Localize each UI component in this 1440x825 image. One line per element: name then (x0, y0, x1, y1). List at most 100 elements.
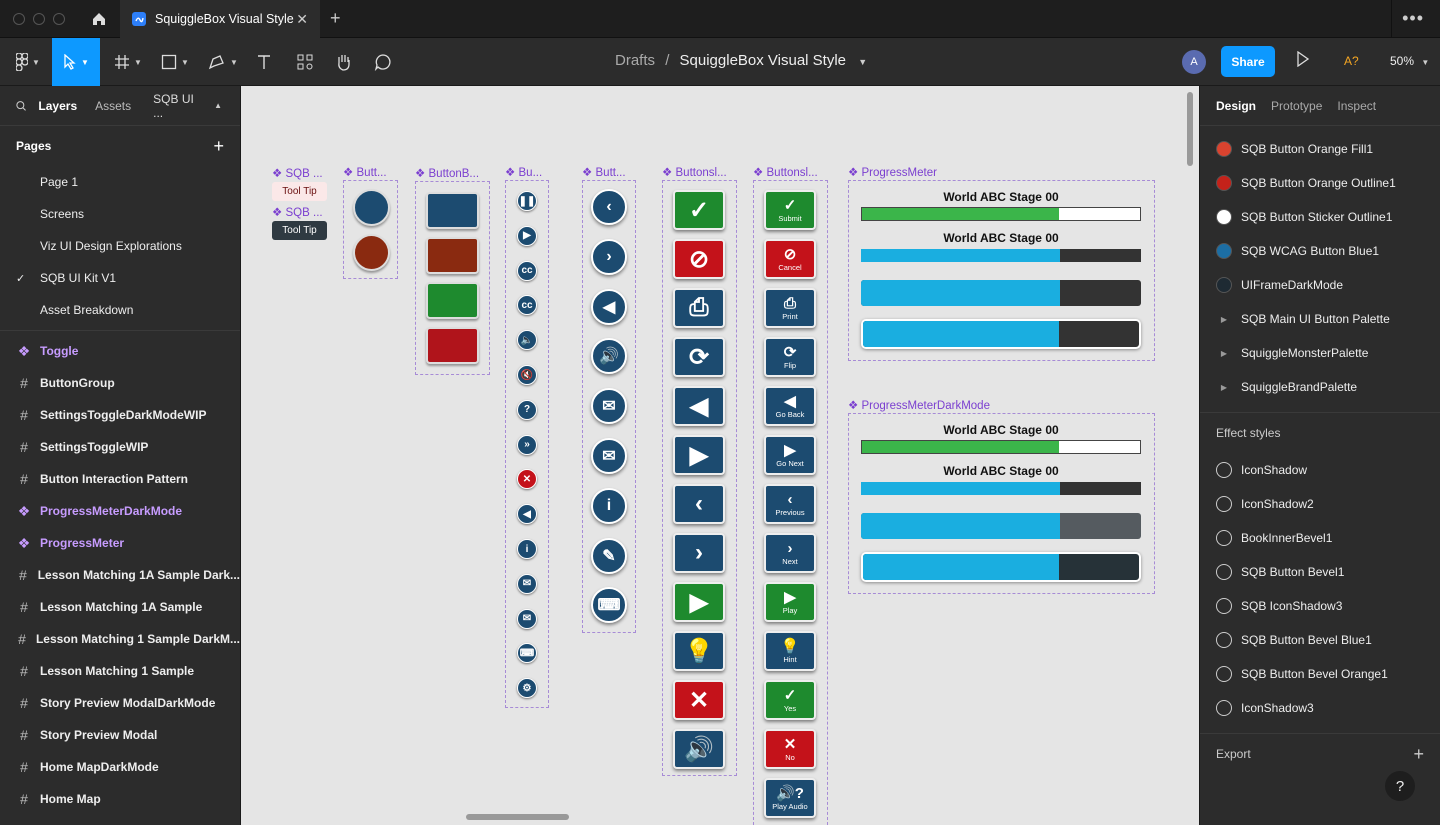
square-icon-button[interactable]: ▶ (673, 582, 725, 622)
square-icon-button[interactable]: ⊘ (673, 239, 725, 279)
square-icon-button[interactable]: ‹ (673, 484, 725, 524)
page-item[interactable]: Asset Breakdown (0, 294, 240, 326)
labeled-icon-button[interactable]: ⎙ Print (764, 288, 816, 328)
labeled-icon-button[interactable]: ▶ Go Next (764, 435, 816, 475)
resources-tool-button[interactable] (293, 38, 317, 86)
round-icon-button[interactable]: i (591, 487, 627, 524)
present-button[interactable] (1296, 50, 1310, 72)
blue-rect-button[interactable] (426, 192, 479, 229)
vertical-scrollbar[interactable] (1187, 92, 1193, 166)
layer-item[interactable]: # SettingsToggleWIP (0, 431, 240, 463)
breadcrumb-drafts[interactable]: Drafts (615, 52, 655, 69)
chevron-up-icon[interactable]: ▲ (214, 101, 222, 110)
round-icon-button[interactable]: ‹ (591, 189, 627, 225)
layer-item[interactable]: # Lesson Matching 1 Sample (0, 655, 240, 687)
home-button[interactable] (80, 0, 118, 38)
help-button[interactable]: ? (1385, 771, 1415, 801)
square-icon-button[interactable]: 💡 (673, 631, 725, 671)
effect-style-item[interactable]: SQB IconShadow3 (1200, 589, 1440, 623)
square-icon-button[interactable]: › (673, 533, 725, 573)
color-style-item[interactable]: ▶ SquiggleMonsterPalette (1200, 336, 1440, 370)
labeled-icon-button[interactable]: ✓ Yes (764, 680, 816, 720)
labeled-icon-button[interactable]: ▶ Play (764, 582, 816, 622)
more-options-icon[interactable]: ••• (1402, 8, 1424, 29)
small-icon-button[interactable]: cc (517, 260, 537, 281)
effect-style-item[interactable]: IconShadow (1200, 453, 1440, 487)
layer-item[interactable]: ❖ ProgressMeter (0, 527, 240, 559)
page-item[interactable]: Screens (0, 198, 240, 230)
hand-tool-button[interactable] (332, 38, 356, 86)
orange-rect-button[interactable] (426, 237, 479, 274)
layer-item[interactable]: # Home MapDarkMode (0, 751, 240, 783)
design-canvas[interactable]: ❖ SQB ... Tool Tip ❖ SQB ... Tool Tip ❖ … (241, 86, 1199, 825)
component-label-buttonb[interactable]: ❖ ButtonB... (415, 166, 479, 180)
component-label-butt2[interactable]: ❖ Butt... (582, 165, 626, 179)
labeled-icon-button[interactable]: ✕ No (764, 729, 816, 769)
effect-style-item[interactable]: SQB Button Bevel Blue1 (1200, 623, 1440, 657)
page-item[interactable]: ✓ SQB UI Kit V1 (0, 262, 240, 294)
page-item[interactable]: Page 1 (0, 166, 240, 198)
component-label-progress-meter[interactable]: ❖ ProgressMeter (848, 165, 937, 179)
color-style-item[interactable]: ▶ SquiggleBrandPalette (1200, 370, 1440, 404)
layer-item[interactable]: # Home Map (0, 783, 240, 815)
horizontal-scrollbar[interactable] (466, 814, 569, 820)
small-icon-button[interactable]: ✉ (517, 573, 537, 594)
frame-tool-button[interactable]: ▼ (108, 38, 148, 86)
layer-item[interactable]: # ButtonGroup (0, 367, 240, 399)
color-style-item[interactable]: SQB WCAG Button Blue1 (1200, 234, 1440, 268)
square-icon-button[interactable]: ✕ (673, 680, 725, 720)
accessibility-check-button[interactable]: A? (1344, 54, 1359, 68)
page-dropdown[interactable]: SQB UI ... (153, 92, 200, 120)
page-item[interactable]: Viz UI Design Explorations (0, 230, 240, 262)
layer-item[interactable]: # Lesson Matching 1A Sample (0, 591, 240, 623)
file-tab[interactable]: SquiggleBox Visual Style ✕ (120, 0, 320, 38)
comment-tool-button[interactable] (371, 38, 395, 86)
component-label-bu[interactable]: ❖ Bu... (505, 165, 542, 179)
layer-item[interactable]: # Story Preview ModalDarkMode (0, 687, 240, 719)
square-icon-button[interactable]: ✓ (673, 190, 725, 230)
square-icon-button[interactable]: ◀ (673, 386, 725, 426)
small-icon-button[interactable]: 🔇 (517, 365, 537, 385)
round-icon-button[interactable]: › (591, 238, 627, 275)
pen-tool-button[interactable]: ▼ (203, 38, 243, 86)
component-label-butt[interactable]: ❖ Butt... (343, 165, 387, 179)
color-style-item[interactable]: SQB Button Orange Fill1 (1200, 132, 1440, 166)
color-style-item[interactable]: UIFrameDarkMode (1200, 268, 1440, 302)
layer-item[interactable]: # SettingsToggleDarkModeWIP (0, 399, 240, 431)
labeled-icon-button[interactable]: 🔊? Play Audio (764, 778, 816, 818)
main-menu-button[interactable]: ▼ (8, 38, 48, 86)
layer-item[interactable]: #TypeRampAndColorMajorThirdMo... (0, 815, 240, 825)
component-label-buttonsl[interactable]: ❖ Buttonsl... (753, 165, 818, 179)
small-icon-button[interactable]: ▶ (517, 225, 537, 246)
share-button[interactable]: Share (1221, 46, 1275, 77)
shape-tool-button[interactable]: ▼ (155, 38, 195, 86)
small-icon-button[interactable]: ✉ (517, 608, 537, 629)
small-icon-button[interactable]: ? (517, 399, 537, 420)
tab-layers[interactable]: Layers (38, 99, 77, 113)
round-icon-button[interactable]: ✉ (591, 388, 627, 425)
effect-style-item[interactable]: IconShadow2 (1200, 487, 1440, 521)
color-style-item[interactable]: SQB Button Sticker Outline1 (1200, 200, 1440, 234)
layer-item[interactable]: # Lesson Matching 1 Sample DarkM... (0, 623, 240, 655)
layer-item[interactable]: ❖ ProgressMeterDarkMode (0, 495, 240, 527)
labeled-icon-button[interactable]: ✓ Submit (764, 190, 816, 230)
square-icon-button[interactable]: 🔊 (673, 729, 725, 769)
tab-assets[interactable]: Assets (95, 99, 131, 113)
component-label-progress-meter-dark[interactable]: ❖ ProgressMeterDarkMode (848, 398, 990, 412)
green-rect-button[interactable] (426, 282, 479, 319)
close-tab-icon[interactable]: ✕ (296, 11, 308, 28)
avatar[interactable]: A (1182, 50, 1206, 74)
new-tab-button[interactable]: + (330, 8, 341, 29)
layer-item[interactable]: # Lesson Matching 1A Sample Dark... (0, 559, 240, 591)
square-icon-button[interactable]: ⟳ (673, 337, 725, 377)
effect-style-item[interactable]: SQB Button Bevel1 (1200, 555, 1440, 589)
labeled-icon-button[interactable]: 💡 Hint (764, 631, 816, 671)
breadcrumb-file-name[interactable]: SquiggleBox Visual Style (680, 52, 847, 69)
layer-item[interactable]: # Button Interaction Pattern (0, 463, 240, 495)
chevron-right-icon[interactable]: ▶ (1216, 383, 1232, 392)
blue-circle-button[interactable] (353, 189, 390, 226)
component-label-sqb[interactable]: ❖ SQB ... (272, 166, 323, 180)
tab-design[interactable]: Design (1216, 99, 1256, 113)
chevron-right-icon[interactable]: ▶ (1216, 315, 1232, 324)
small-icon-button[interactable]: i (517, 539, 537, 559)
